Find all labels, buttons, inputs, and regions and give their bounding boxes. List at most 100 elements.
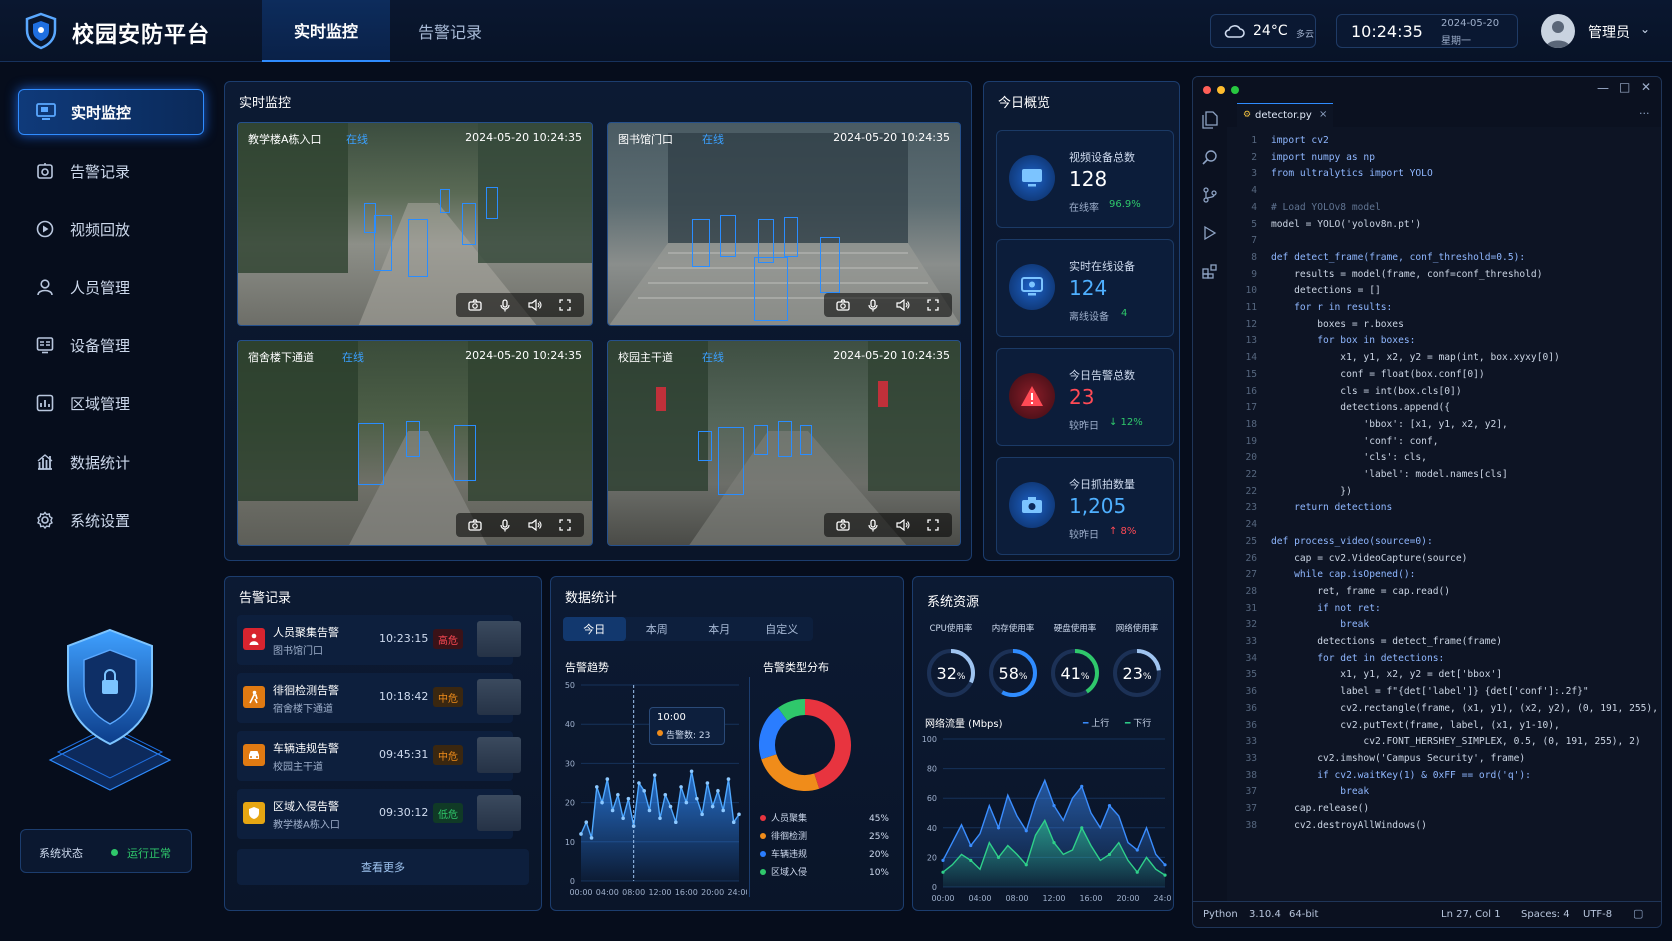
- fullscreen-icon[interactable]: [920, 516, 946, 534]
- volume-icon[interactable]: [890, 296, 916, 314]
- search-icon[interactable]: [1202, 149, 1218, 169]
- volume-icon[interactable]: [890, 516, 916, 534]
- stat-sub-value: ↓ 12%: [1109, 417, 1143, 428]
- line-number: 1: [1251, 135, 1257, 146]
- more-actions-icon[interactable]: ···: [1639, 107, 1650, 120]
- code-area[interactable]: 1 import cv2 2 import numpy as np 3 from ultr…: [1235, 133, 1657, 901]
- line-text: break: [1271, 786, 1370, 798]
- status-language[interactable]: Python: [1203, 909, 1238, 920]
- maximize-icon[interactable]: □: [1619, 80, 1630, 94]
- sidebar-item-regions[interactable]: 区域管理: [18, 380, 204, 426]
- data-point: [721, 808, 725, 813]
- camera-timestamp: 2024-05-20 10:24:35: [465, 349, 582, 362]
- sidebar-item-statistics[interactable]: 数据统计: [18, 439, 204, 485]
- y-tick-label: 100: [922, 735, 937, 744]
- alarm-thumbnail[interactable]: [477, 795, 521, 831]
- tab-month[interactable]: 本月: [688, 617, 751, 641]
- line-text: from ultralytics import YOLO: [1271, 168, 1433, 180]
- data-point: [996, 855, 1001, 859]
- sidebar-item-label: 实时监控: [71, 103, 132, 122]
- stat-label: 今日告警总数: [1069, 369, 1135, 382]
- fullscreen-icon[interactable]: [552, 296, 578, 314]
- tab-alarm-records[interactable]: 告警记录: [400, 0, 500, 62]
- alarm-thumbnail[interactable]: [477, 679, 521, 715]
- line-text: model = YOLO('yolov8n.pt'): [1271, 218, 1422, 230]
- alarm-row[interactable]: 徘徊检测告警 宿舍楼下通道 10:18:42 中危: [237, 673, 521, 723]
- close-dot[interactable]: [1203, 86, 1211, 94]
- stat-sub-label: 在线率: [1069, 203, 1099, 214]
- volume-icon[interactable]: [522, 296, 548, 314]
- line-text: boxes = r.boxes: [1271, 318, 1404, 330]
- system-status-value: 运行正常: [127, 847, 171, 860]
- resource-gauges: CPU使用率 32% 内存使用率 58% 硬盘使用率 41% 网络使用率 23%: [927, 623, 1161, 697]
- sidebar-item-personnel[interactable]: 人员管理: [18, 264, 204, 310]
- notifications-icon[interactable]: ▢: [1633, 907, 1643, 920]
- y-tick-label: 0: [570, 877, 575, 886]
- camera-icon[interactable]: [462, 296, 488, 314]
- extensions-icon[interactable]: [1202, 263, 1218, 283]
- region-icon: [34, 392, 56, 414]
- close-icon[interactable]: ✕: [1641, 80, 1651, 94]
- avatar[interactable]: [1541, 14, 1575, 48]
- tab-week[interactable]: 本周: [626, 617, 689, 641]
- camera-icon[interactable]: [830, 296, 856, 314]
- status-dot: [111, 849, 118, 856]
- microphone-icon[interactable]: [492, 296, 518, 314]
- minimize-icon[interactable]: —: [1597, 81, 1609, 95]
- alarm-thumbnail[interactable]: [477, 737, 521, 773]
- user-name[interactable]: 管理员: [1588, 22, 1630, 42]
- camera-feed[interactable]: 校园主干道 在线 2024-05-20 10:24:35: [607, 340, 961, 546]
- status-indent[interactable]: Spaces: 4: [1521, 909, 1570, 920]
- fullscreen-icon[interactable]: [920, 296, 946, 314]
- files-icon[interactable]: [1202, 111, 1218, 133]
- run-debug-icon[interactable]: [1202, 225, 1218, 245]
- line-text: x1, y1, x2, y2 = det['bbox']: [1271, 669, 1503, 681]
- level-badge: 高危: [433, 629, 463, 649]
- tab-custom[interactable]: 自定义: [751, 617, 814, 641]
- top-header: 校园安防平台 实时监控 告警记录 24°C 多云 10:24:35 2024-0…: [0, 0, 1672, 62]
- sidebar-item-devices[interactable]: 设备管理: [18, 322, 204, 368]
- line-text: 'cls': cls,: [1271, 452, 1427, 464]
- sidebar-item-playback[interactable]: 视频回放: [18, 206, 204, 252]
- minimize-dot[interactable]: [1217, 86, 1225, 94]
- gauge-label: 内存使用率: [992, 623, 1035, 634]
- view-more-button[interactable]: 查看更多: [237, 849, 529, 885]
- camera-feed[interactable]: 教学楼A栋入口 在线 2024-05-20 10:24:35: [237, 122, 593, 326]
- alarm-row[interactable]: 车辆违规告警 校园主干道 09:45:31 中危: [237, 731, 521, 781]
- chart-tooltip: 10:00 告警数: 23: [649, 707, 725, 745]
- microphone-icon[interactable]: [860, 296, 886, 314]
- status-python-version[interactable]: 3.10.4: [1249, 909, 1281, 920]
- microphone-icon[interactable]: [860, 516, 886, 534]
- alarm-thumbnail[interactable]: [477, 621, 521, 657]
- tab-live-monitor[interactable]: 实时监控: [262, 0, 390, 62]
- camera-feed[interactable]: 图书馆门口 在线 2024-05-20 10:24:35: [607, 122, 961, 326]
- status-encoding[interactable]: UTF-8: [1583, 909, 1612, 920]
- tab-today[interactable]: 今日: [563, 617, 626, 641]
- level-badge: 低危: [433, 803, 463, 823]
- alarm-location: 教学楼A栋入口: [273, 820, 340, 831]
- data-point: [663, 792, 668, 797]
- gauge-value: 58%: [999, 664, 1028, 683]
- alarm-row[interactable]: 区域入侵告警 教学楼A栋入口 09:30:12 低危: [237, 789, 521, 839]
- fullscreen-icon[interactable]: [552, 516, 578, 534]
- camera-icon[interactable]: [462, 516, 488, 534]
- microphone-icon[interactable]: [492, 516, 518, 534]
- overview-panel: 今日概览 视频设备总数 128 在线率 96.9% 实时在线设备 124 离线设…: [983, 81, 1180, 561]
- maximize-dot[interactable]: [1231, 86, 1239, 94]
- sidebar-item-live[interactable]: 实时监控: [18, 89, 204, 135]
- camera-icon[interactable]: [830, 516, 856, 534]
- close-tab-icon[interactable]: ×: [1319, 109, 1327, 120]
- sidebar-item-alarms[interactable]: 告警记录: [18, 148, 204, 194]
- stat-sub-label: 离线设备: [1069, 312, 1109, 323]
- line-number: 37: [1245, 786, 1257, 798]
- chevron-down-icon[interactable]: ⌄: [1640, 22, 1650, 36]
- period-tabs: 今日 本周 本月 自定义: [563, 617, 813, 641]
- camera-feed[interactable]: 宿舍楼下通道 在线 2024-05-20 10:24:35: [237, 340, 593, 546]
- sidebar-item-settings[interactable]: 系统设置: [18, 497, 204, 543]
- source-control-icon[interactable]: [1202, 187, 1218, 207]
- data-point: [589, 836, 594, 840]
- alarm-row[interactable]: 人员聚集告警 图书馆门口 10:23:15 高危: [237, 615, 521, 665]
- volume-icon[interactable]: [522, 516, 548, 534]
- file-tab[interactable]: ⚙ detector.py ×: [1237, 103, 1333, 127]
- status-cursor-position[interactable]: Ln 27, Col 1: [1441, 909, 1501, 920]
